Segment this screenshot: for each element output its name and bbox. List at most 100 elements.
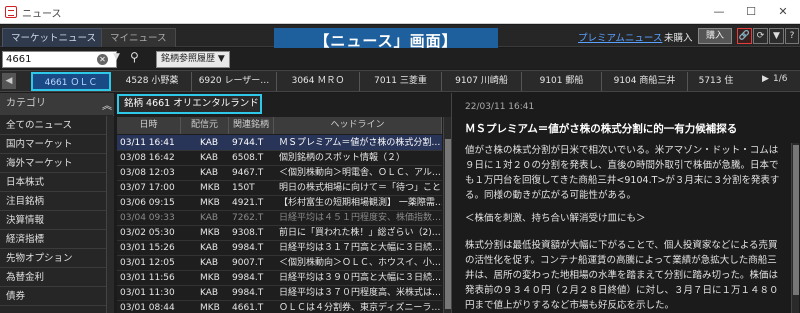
row-date: 03/01 11:30 bbox=[120, 288, 175, 298]
collapse-icon[interactable]: ︽ bbox=[102, 97, 112, 112]
help-icon[interactable]: ? bbox=[785, 28, 799, 44]
category-item[interactable]: 為替金利 bbox=[0, 268, 114, 287]
table-row[interactable]: 03/01 12:05 KAB 9007.T ＜個別株動向＞ＯＬＣ、ホウスイ、小… bbox=[117, 255, 442, 271]
row-headline: 日経平均は３７０円程度高、米株式は… bbox=[279, 288, 442, 298]
category-item[interactable]: 先物オプション bbox=[0, 249, 114, 268]
row-source: MKB bbox=[200, 198, 220, 208]
table-row[interactable]: 03/07 17:00 MKB 150T 明日の株式相場に向けて＝「待つ」こと… bbox=[117, 180, 442, 196]
detail-timestamp: 22/03/11 16:41 bbox=[465, 102, 535, 112]
row-source: KAB bbox=[200, 258, 219, 268]
page-indicator: 1/6 bbox=[773, 74, 788, 84]
stock-tab[interactable]: 3064 ＭＲＯ bbox=[277, 72, 360, 91]
row-source: KAB bbox=[200, 153, 219, 163]
category-scrollbar[interactable] bbox=[106, 116, 114, 313]
stock-tab[interactable]: 9104 商船三井 bbox=[602, 72, 688, 91]
row-code: 4661.T bbox=[232, 303, 264, 313]
refresh-icon[interactable]: ⟳ bbox=[753, 28, 768, 44]
stock-tab[interactable]: 9101 郵船 bbox=[522, 72, 602, 91]
row-headline: 日経平均は３１７円高と大幅に３日続… bbox=[279, 243, 442, 253]
row-date: 03/01 15:26 bbox=[120, 243, 175, 253]
column-header-code[interactable]: 関連銘柄 bbox=[229, 117, 274, 134]
table-row[interactable]: 03/11 16:41 KAB 9744.T ＭＳプレミアム＝値がさ株の株式分割… bbox=[117, 135, 442, 151]
table-row[interactable]: 03/08 12:03 KAB 9467.T ＜個別株動向＞明電舎、ＯＬＣ、アル… bbox=[117, 165, 442, 181]
row-code: 9984.T bbox=[232, 273, 264, 283]
row-headline: 個別銘柄のスポット情報（２） bbox=[279, 153, 406, 163]
tab-market-news[interactable]: マーケットニュース bbox=[2, 28, 106, 47]
chevron-down-icon[interactable]: ▼ bbox=[113, 52, 120, 62]
stock-tab[interactable]: 4528 小野薬 bbox=[113, 72, 192, 91]
purchase-status: 未購入 bbox=[664, 33, 693, 44]
detail-paragraph: 値がさ株の株式分割が日米で相次いでいる。米アマゾン・ドット・コムは９日に１対２０… bbox=[465, 145, 780, 201]
row-headline: 明日の株式相場に向けて＝「待つ」こと… bbox=[279, 183, 442, 193]
row-headline: ＭＳプレミアム＝値がさ株の株式分割… bbox=[279, 138, 441, 148]
row-source: KAB bbox=[200, 288, 219, 298]
tab-my-news[interactable]: マイニュース bbox=[101, 28, 176, 47]
row-code: 9308.T bbox=[232, 228, 264, 238]
table-row[interactable]: 03/08 16:42 KAB 6508.T 個別銘柄のスポット情報（２） bbox=[117, 150, 442, 166]
maximize-button[interactable]: ☐ bbox=[734, 2, 768, 22]
row-source: MKB bbox=[200, 183, 220, 193]
row-date: 03/08 16:42 bbox=[120, 153, 175, 163]
category-item[interactable]: 経済指標 bbox=[0, 230, 114, 249]
search-row bbox=[0, 48, 800, 69]
close-button[interactable]: ✕ bbox=[766, 2, 800, 22]
column-header-source[interactable]: 配信元 bbox=[181, 117, 229, 134]
row-date: 03/02 05:30 bbox=[120, 228, 175, 238]
stock-tab[interactable]: 4661 ＯＬＣ bbox=[31, 72, 111, 91]
row-code: 6508.T bbox=[232, 153, 264, 163]
table-row[interactable]: 03/02 05:30 MKB 9308.T 前日に「買われた株！」総ざらい（2)… bbox=[117, 225, 442, 241]
row-code: 7262.T bbox=[232, 213, 264, 223]
window-title: ニュース bbox=[22, 9, 62, 20]
app-icon bbox=[5, 6, 17, 18]
stock-tab[interactable]: 6920 レーザー… bbox=[192, 72, 277, 91]
column-header-headline[interactable]: ヘッドライン bbox=[274, 117, 442, 134]
table-row[interactable]: 03/01 08:44 MKB 4661.T ＯＬＣは４分割券、東京ディズニーラ… bbox=[117, 300, 442, 313]
minimize-button[interactable]: — bbox=[702, 2, 736, 22]
stock-tab[interactable]: 5713 住 bbox=[688, 72, 744, 91]
category-item[interactable]: 決算情報 bbox=[0, 211, 114, 230]
stock-tab[interactable]: 9107 川崎船 bbox=[442, 72, 522, 91]
filter-icon[interactable]: ▼ bbox=[769, 28, 784, 44]
row-date: 03/01 12:05 bbox=[120, 258, 175, 268]
detail-scrollbar[interactable] bbox=[791, 143, 799, 313]
row-source: KAB bbox=[200, 138, 219, 148]
row-date: 03/06 09:15 bbox=[120, 198, 175, 208]
row-code: 9984.T bbox=[232, 243, 264, 253]
table-row[interactable]: 03/01 11:56 MKB 9984.T 日経平均は３９０円高と大幅に３日続… bbox=[117, 270, 442, 286]
category-item[interactable]: 日本株式 bbox=[0, 173, 114, 192]
list-scroll-thumb[interactable] bbox=[445, 139, 451, 309]
row-headline: ＯＬＣは４分割券、東京ディズニーラ… bbox=[279, 303, 441, 313]
table-row[interactable]: 03/04 09:33 KAB 7262.T 日経平均は４５１円程度安、株価指数… bbox=[117, 210, 442, 226]
detail-scroll-thumb[interactable] bbox=[793, 145, 799, 295]
row-date: 03/01 11:56 bbox=[120, 273, 175, 283]
stock-tab[interactable]: 7011 三菱重 bbox=[360, 72, 442, 91]
link-icon[interactable]: 🔗 bbox=[737, 28, 752, 44]
row-date: 03/08 12:03 bbox=[120, 168, 175, 178]
history-dropdown[interactable]: 銘柄参照履歴 ▼ bbox=[156, 51, 230, 68]
buy-button[interactable]: 購入 bbox=[698, 28, 732, 44]
category-item[interactable]: 国内マーケット bbox=[0, 135, 114, 154]
row-source: KAB bbox=[200, 168, 219, 178]
row-headline: 前日に「買われた株！」総ざらい（2)… bbox=[279, 228, 441, 238]
column-header-date[interactable]: 日時 bbox=[117, 117, 181, 134]
row-code: 9007.T bbox=[232, 258, 264, 268]
category-item[interactable]: 債券 bbox=[0, 287, 114, 306]
list-scrollbar[interactable] bbox=[443, 117, 451, 313]
category-item[interactable]: 注目銘柄 bbox=[0, 192, 114, 211]
scroll-left-icon[interactable]: ◀ bbox=[2, 73, 16, 89]
scroll-right-icon[interactable]: ▶ bbox=[762, 74, 769, 84]
row-code: 4921.T bbox=[232, 198, 264, 208]
table-row[interactable]: 03/01 11:30 KAB 9984.T 日経平均は３７０円程度高、米株式は… bbox=[117, 285, 442, 301]
table-row[interactable]: 03/06 09:15 MKB 4921.T 【杉村富生の短期相場観測】 一薬際需… bbox=[117, 195, 442, 211]
title-bar: ニュース — ☐ ✕ bbox=[0, 0, 800, 24]
category-item[interactable]: 全てのニュース bbox=[0, 116, 114, 135]
detail-paragraph: ＜株価を刺激、持ち合い解消受け皿にも＞ bbox=[465, 213, 646, 224]
search-icon[interactable]: ⚲ bbox=[130, 50, 139, 64]
premium-news-link[interactable]: プレミアムニュース bbox=[578, 30, 662, 44]
table-row[interactable]: 03/01 15:26 KAB 9984.T 日経平均は３１７円高と大幅に３日続… bbox=[117, 240, 442, 256]
category-item[interactable]: 海外マーケット bbox=[0, 154, 114, 173]
clear-icon[interactable]: ✕ bbox=[97, 54, 108, 65]
detail-headline: ＭＳプレミアム＝値がさ株の株式分割に的一有力候補探る bbox=[465, 123, 738, 135]
row-date: 03/01 08:44 bbox=[120, 303, 175, 313]
row-code: 9744.T bbox=[232, 138, 264, 148]
